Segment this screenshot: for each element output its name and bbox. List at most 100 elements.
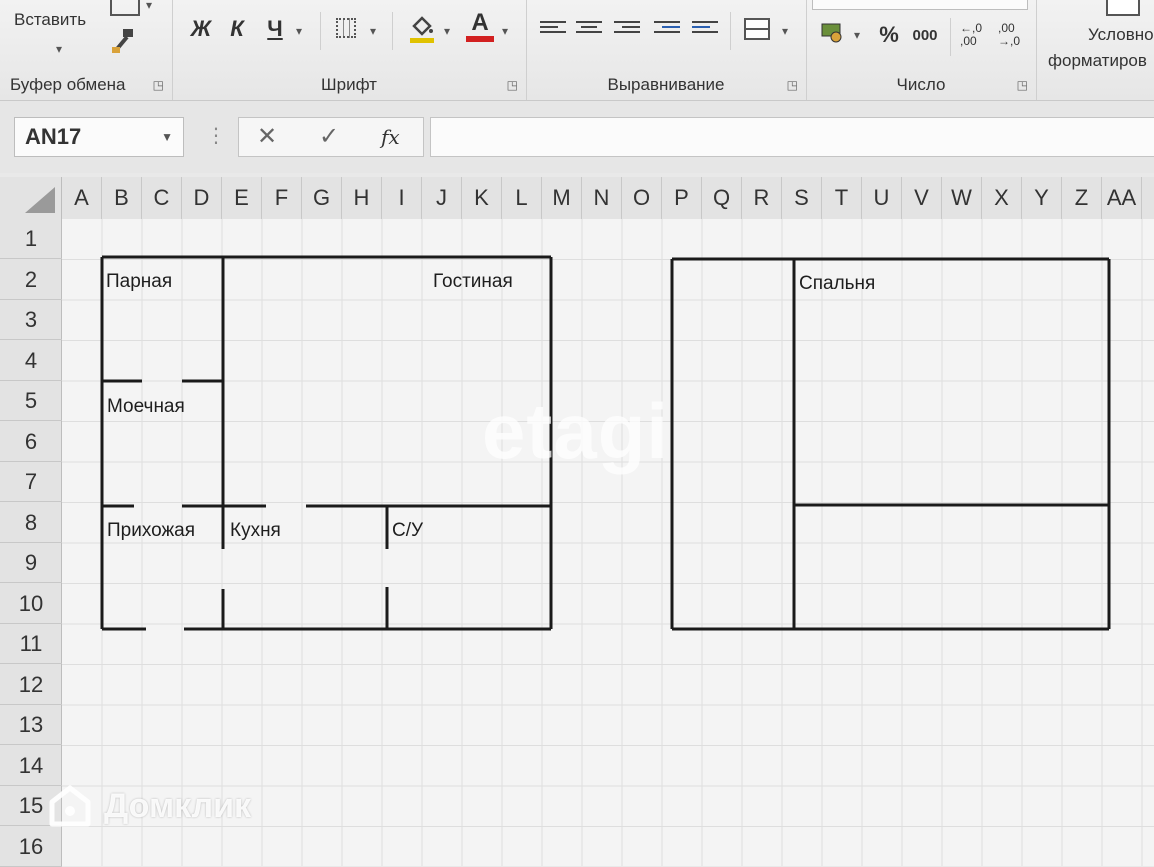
- indent-decrease-icon[interactable]: [654, 18, 680, 38]
- column-header-v[interactable]: V: [902, 177, 942, 219]
- name-box-value: AN17: [25, 124, 82, 149]
- paste-button[interactable]: Вставить: [14, 10, 86, 30]
- row-header-9[interactable]: 9: [0, 543, 62, 583]
- chevron-down-icon[interactable]: ▾: [296, 24, 302, 38]
- font-group: Ж К Ч ▾ ▾ ▾ A ▾ Шрифт ◳: [172, 0, 527, 100]
- column-header-m[interactable]: M: [542, 177, 582, 219]
- format-painter-icon[interactable]: [108, 26, 138, 56]
- column-header-i[interactable]: I: [382, 177, 422, 219]
- chevron-down-icon[interactable]: ▾: [502, 24, 508, 38]
- formula-buttons: ✕ ✓ fx: [238, 117, 424, 157]
- styles-group: Условно форматиров: [1036, 0, 1154, 100]
- bold-button[interactable]: Ж: [188, 14, 214, 44]
- chevron-down-icon[interactable]: ▾: [370, 24, 376, 38]
- chevron-down-icon[interactable]: ▾: [56, 42, 62, 56]
- row-header-13[interactable]: 13: [0, 705, 62, 745]
- enter-icon[interactable]: ✓: [319, 118, 339, 156]
- row-header-7[interactable]: 7: [0, 462, 62, 502]
- dialog-launcher-icon[interactable]: ◳: [507, 78, 518, 92]
- column-header-r[interactable]: R: [742, 177, 782, 219]
- chevron-down-icon[interactable]: ▾: [146, 0, 152, 12]
- column-header-z[interactable]: Z: [1062, 177, 1102, 219]
- copy-icon[interactable]: [110, 0, 140, 16]
- row-header-8[interactable]: 8: [0, 503, 62, 543]
- chevron-down-icon[interactable]: ▾: [444, 24, 450, 38]
- underline-button[interactable]: Ч: [262, 14, 288, 44]
- sheet-grid[interactable]: Парная Гостиная Моечная Прихожая Кухня С…: [62, 219, 1154, 866]
- name-box[interactable]: AN17 ▼: [14, 117, 184, 157]
- indent-increase-icon[interactable]: [692, 18, 718, 38]
- room-label-moechnaya: Моечная: [107, 396, 185, 417]
- merge-cells-icon[interactable]: [744, 18, 770, 40]
- row-header-1[interactable]: 1: [0, 219, 62, 259]
- chevron-down-icon[interactable]: ▾: [854, 28, 860, 42]
- row-header-5[interactable]: 5: [0, 381, 62, 421]
- alignment-group-label: Выравнивание: [607, 75, 725, 94]
- conditional-formatting-icon[interactable]: [1106, 0, 1140, 16]
- function-icon[interactable]: fx: [381, 118, 400, 156]
- column-header-o[interactable]: O: [622, 177, 662, 219]
- column-header-s[interactable]: S: [782, 177, 822, 219]
- align-center-icon[interactable]: [576, 18, 602, 38]
- chevron-down-icon[interactable]: ▼: [161, 118, 173, 156]
- column-header-e[interactable]: E: [222, 177, 262, 219]
- column-header-f[interactable]: F: [262, 177, 302, 219]
- column-header-g[interactable]: G: [302, 177, 342, 219]
- increase-decimal-button[interactable]: ←,0 ,00: [960, 22, 990, 48]
- dialog-launcher-icon[interactable]: ◳: [787, 78, 798, 92]
- number-group-label: Число: [896, 75, 946, 94]
- row-header-12[interactable]: 12: [0, 665, 62, 705]
- column-header-b[interactable]: B: [102, 177, 142, 219]
- column-header-aa[interactable]: AA: [1102, 177, 1142, 219]
- row-header-2[interactable]: 2: [0, 260, 62, 300]
- clipboard-group-label: Буфер обмена: [10, 75, 126, 94]
- column-header-q[interactable]: Q: [702, 177, 742, 219]
- number-format-dropdown[interactable]: [812, 0, 1028, 10]
- column-header-l[interactable]: L: [502, 177, 542, 219]
- dialog-launcher-icon[interactable]: ◳: [153, 78, 164, 92]
- cancel-icon[interactable]: ✕: [257, 118, 277, 156]
- column-header-j[interactable]: J: [422, 177, 462, 219]
- align-right-icon[interactable]: [614, 18, 640, 38]
- column-headers: A B C D E F G H I J K L M N O P Q R S T U V W X Y Z AA: [0, 177, 1154, 220]
- column-header-w[interactable]: W: [942, 177, 982, 219]
- column-header-d[interactable]: D: [182, 177, 222, 219]
- column-header-p[interactable]: P: [662, 177, 702, 219]
- conditional-formatting-line2: форматиров: [1048, 51, 1147, 70]
- row-header-3[interactable]: 3: [0, 300, 62, 340]
- clipboard-group: Вставить ▾ ▾ Буфер обмена ◳: [0, 0, 173, 100]
- formula-input[interactable]: [430, 117, 1154, 157]
- conditional-formatting-button[interactable]: Условно форматиров: [1048, 22, 1154, 74]
- font-color-icon[interactable]: A: [466, 10, 494, 44]
- italic-button[interactable]: К: [224, 14, 250, 44]
- column-header-n[interactable]: N: [582, 177, 622, 219]
- thousands-separator-button[interactable]: 000: [910, 20, 940, 50]
- currency-icon[interactable]: [820, 22, 846, 44]
- row-header-11[interactable]: 11: [0, 624, 62, 664]
- borders-icon[interactable]: [336, 18, 356, 38]
- decrease-decimal-button[interactable]: ,00 →,0: [998, 22, 1028, 48]
- room-label-su: С/У: [392, 520, 424, 541]
- dialog-launcher-icon[interactable]: ◳: [1017, 78, 1028, 92]
- column-header-x[interactable]: X: [982, 177, 1022, 219]
- floor-plan-drawing: [62, 219, 1154, 866]
- column-header-u[interactable]: U: [862, 177, 902, 219]
- column-header-c[interactable]: C: [142, 177, 182, 219]
- column-header-h[interactable]: H: [342, 177, 382, 219]
- column-header-k[interactable]: K: [462, 177, 502, 219]
- domclick-watermark: Домклик: [48, 778, 251, 834]
- formula-bar: AN17 ▼ ⋮ ✕ ✓ fx: [0, 101, 1154, 173]
- percent-button[interactable]: %: [876, 20, 902, 50]
- fill-color-icon[interactable]: [408, 14, 436, 44]
- select-all-button[interactable]: [0, 177, 62, 219]
- row-header-10[interactable]: 10: [0, 584, 62, 624]
- align-left-icon[interactable]: [540, 18, 566, 38]
- room-label-kuhnya: Кухня: [230, 520, 281, 541]
- more-options-icon[interactable]: ⋮: [206, 123, 226, 148]
- column-header-t[interactable]: T: [822, 177, 862, 219]
- column-header-a[interactable]: A: [62, 177, 102, 219]
- row-header-6[interactable]: 6: [0, 422, 62, 462]
- column-header-y[interactable]: Y: [1022, 177, 1062, 219]
- chevron-down-icon[interactable]: ▾: [782, 24, 788, 38]
- row-header-4[interactable]: 4: [0, 341, 62, 381]
